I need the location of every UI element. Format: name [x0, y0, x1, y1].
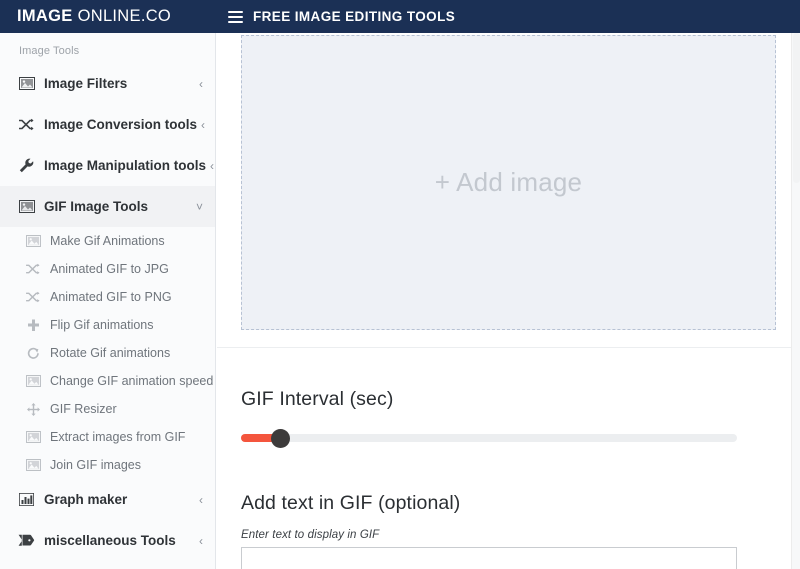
sidebar-subitem-join-gif-images[interactable]: Join GIF images: [0, 451, 215, 479]
shuffle-icon: [17, 117, 36, 133]
flip-cross-icon: [24, 318, 42, 332]
sidebar-item-label: Image Conversion tools: [44, 117, 198, 132]
sidebar-subitem-animated-gif-to-jpg[interactable]: Animated GIF to JPG: [0, 255, 215, 283]
sidebar-item-label: miscellaneous Tools: [44, 533, 176, 548]
sidebar-subitem-label: Animated GIF to JPG: [50, 262, 169, 276]
bar-chart-icon: [17, 492, 36, 508]
sidebar-subitem-change-gif-animation-speed[interactable]: Change GIF animation speed: [0, 367, 215, 395]
image-icon: [24, 374, 42, 388]
chevron-left-icon[interactable]: ‹: [210, 159, 214, 173]
sidebar-item-label: Graph maker: [44, 492, 128, 507]
shuffle-icon: [24, 262, 42, 276]
tag-icon: [17, 533, 36, 549]
image-icon: [17, 76, 36, 92]
sidebar-subitem-label: Animated GIF to PNG: [50, 290, 172, 304]
image-icon: [17, 199, 36, 215]
gif-interval-title: GIF Interval (sec): [241, 388, 394, 410]
arrows-move-icon: [24, 402, 42, 416]
nav-title-group: FREE IMAGE EDITING TOOLS: [228, 9, 455, 24]
sidebar-item-image-conversion-tools[interactable]: Image Conversion tools ‹: [0, 104, 215, 145]
app-root: IMAGE ONLINE.CO FREE IMAGE EDITING TOOLS…: [0, 0, 800, 569]
sidebar: Image Tools Image Filters ‹ Image Conver…: [0, 33, 216, 569]
add-text-title: Add text in GIF (optional): [241, 492, 461, 514]
chevron-left-icon[interactable]: ‹: [199, 534, 203, 548]
sidebar-submenu-gif: Make Gif Animations Animated GIF to JPG: [0, 227, 215, 479]
sidebar-subitem-label: Extract images from GIF: [50, 430, 186, 444]
sidebar-subitem-animated-gif-to-png[interactable]: Animated GIF to PNG: [0, 283, 215, 311]
gif-text-field-label: Enter text to display in GIF: [241, 529, 380, 541]
sidebar-item-miscellaneous-tools[interactable]: miscellaneous Tools ‹: [0, 520, 215, 561]
settings-card: GIF Interval (sec) Add text in GIF (opti…: [217, 348, 800, 569]
gif-interval-slider[interactable]: [241, 428, 737, 448]
sidebar-subitem-label: Join GIF images: [50, 458, 142, 472]
brand-name-bold: IMAGE: [17, 7, 73, 25]
chevron-left-icon[interactable]: ‹: [201, 118, 205, 132]
add-image-label: + Add image: [434, 167, 583, 197]
main-content: + Add image GIF Interval (sec) Add text …: [217, 33, 800, 569]
site-logo[interactable]: IMAGE ONLINE.CO: [0, 0, 216, 33]
sidebar-subitem-label: Rotate Gif animations: [50, 346, 171, 360]
scrollbar-thumb[interactable]: [793, 33, 800, 183]
shuffle-icon: [24, 290, 42, 304]
sidebar-item-image-manipulation-tools[interactable]: Image Manipulation tools ‹: [0, 145, 215, 186]
image-icon: [24, 458, 42, 472]
sidebar-item-label: Image Filters: [44, 76, 128, 91]
sidebar-subitem-label: Change GIF animation speed: [50, 374, 214, 388]
rotate-icon: [24, 346, 42, 360]
sidebar-subitem-gif-resizer[interactable]: GIF Resizer: [0, 395, 215, 423]
nav-title: FREE IMAGE EDITING TOOLS: [253, 9, 456, 24]
sidebar-item-label: Image Manipulation tools: [44, 158, 207, 173]
sidebar-subitem-extract-images-from-gif[interactable]: Extract images from GIF: [0, 423, 215, 451]
chevron-left-icon[interactable]: ‹: [199, 493, 203, 507]
brand-name-light: ONLINE.CO: [77, 7, 172, 25]
sidebar-subitem-make-gif-animations[interactable]: Make Gif Animations: [0, 227, 215, 255]
sidebar-item-image-filters[interactable]: Image Filters ‹: [0, 63, 215, 104]
sidebar-subitem-label: Flip Gif animations: [50, 318, 154, 332]
add-image-dropzone[interactable]: + Add image: [241, 35, 776, 330]
chevron-down-icon[interactable]: ˅: [196, 200, 203, 214]
sidebar-caption: Image Tools: [19, 45, 80, 57]
upload-card: + Add image: [217, 33, 800, 348]
sidebar-subitem-flip-gif-animations[interactable]: Flip Gif animations: [0, 311, 215, 339]
top-header-bar: IMAGE ONLINE.CO FREE IMAGE EDITING TOOLS: [0, 0, 800, 33]
sidebar-item-gif-image-tools[interactable]: GIF Image Tools ˅: [0, 186, 215, 227]
page-scrollbar[interactable]: [791, 33, 800, 569]
sidebar-subitem-label: Make Gif Animations: [50, 234, 165, 248]
sidebar-item-graph-maker[interactable]: Graph maker ‹: [0, 479, 215, 520]
hamburger-icon[interactable]: [228, 10, 243, 23]
wrench-icon: [17, 158, 36, 174]
slider-track[interactable]: [241, 434, 737, 442]
image-icon: [24, 234, 42, 248]
image-icon: [24, 430, 42, 444]
chevron-left-icon[interactable]: ‹: [199, 77, 203, 91]
slider-thumb[interactable]: [271, 429, 290, 448]
gif-text-input[interactable]: [241, 547, 737, 569]
sidebar-item-label: GIF Image Tools: [44, 199, 149, 214]
sidebar-subitem-label: GIF Resizer: [50, 402, 117, 416]
sidebar-subitem-rotate-gif-animations[interactable]: Rotate Gif animations: [0, 339, 215, 367]
